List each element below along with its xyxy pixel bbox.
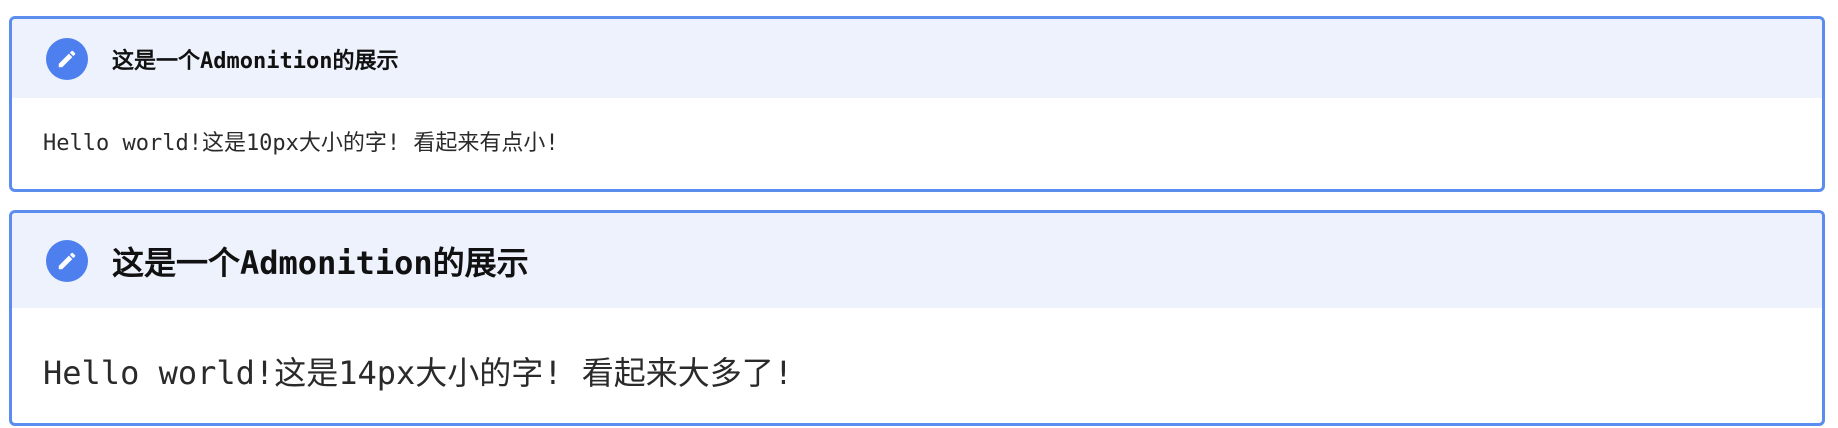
admonition-title: 这是一个Admonition的展示 [112, 48, 399, 74]
admonition-note-large: 这是一个Admonition的展示 Hello world!这是14px大小的字… [9, 210, 1825, 426]
admonition-title-bar: 这是一个Admonition的展示 [12, 213, 1822, 308]
admonition-title: 这是一个Admonition的展示 [112, 243, 529, 282]
pencil-icon [46, 37, 88, 80]
pencil-icon [46, 239, 88, 282]
admonition-title-bar: 这是一个Admonition的展示 [12, 19, 1822, 98]
admonition-body: Hello world!这是10px大小的字! 看起来有点小! [43, 131, 559, 156]
admonition-body: Hello world!这是14px大小的字! 看起来大多了! [43, 354, 794, 392]
admonition-note-small: 这是一个Admonition的展示 Hello world!这是10px大小的字… [9, 16, 1825, 192]
